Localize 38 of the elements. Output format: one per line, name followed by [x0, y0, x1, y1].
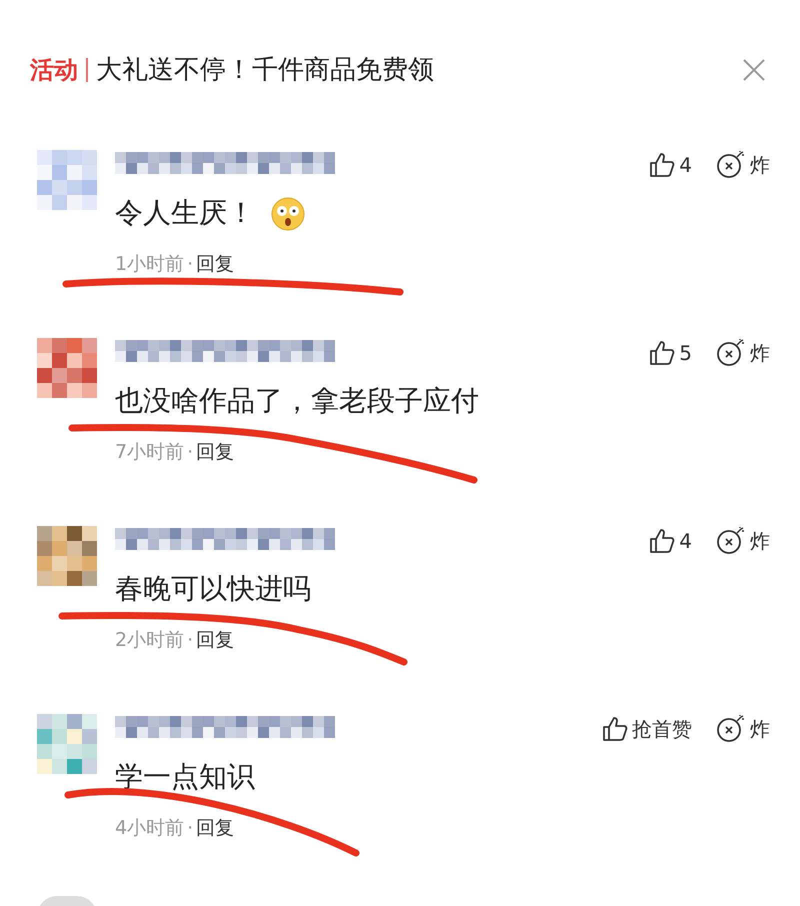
like-button[interactable]: 抢首赞 — [602, 714, 692, 744]
reply-link[interactable]: 回复 — [196, 626, 234, 654]
comment-text: 春晚可以快进吗 — [115, 571, 311, 607]
comment-text: 学一点知识 — [115, 759, 255, 795]
reply-link[interactable]: 回复 — [196, 814, 234, 842]
close-icon[interactable] — [742, 58, 766, 82]
bomb-icon — [716, 527, 746, 555]
reply-link[interactable]: 回复 — [196, 438, 234, 466]
activity-tag: 活动 — [30, 52, 78, 88]
separator-dot: · — [187, 816, 194, 841]
reply-link[interactable]: 回复 — [196, 250, 234, 278]
separator-dot: · — [187, 252, 194, 277]
bomb-button[interactable]: 炸 — [716, 150, 770, 180]
avatar[interactable] — [37, 338, 97, 398]
thumbs-up-icon — [649, 528, 676, 554]
separator-dot: · — [187, 628, 194, 653]
comment-time: 4小时前 — [115, 816, 184, 841]
bomb-button[interactable]: 炸 — [716, 526, 770, 556]
like-button[interactable]: 4 — [649, 150, 692, 180]
thumbs-up-icon — [649, 340, 676, 366]
thumbs-up-icon — [602, 716, 628, 742]
bomb-button[interactable]: 炸 — [716, 338, 770, 368]
separator-dot: · — [187, 440, 194, 465]
like-button[interactable]: 4 — [649, 526, 692, 556]
bomb-icon — [716, 339, 746, 367]
comment-text: 令人生厌！ — [115, 195, 255, 231]
like-button[interactable]: 5 — [649, 338, 692, 368]
comment-text: 也没啥作品了，拿老段子应付 — [115, 383, 479, 419]
thumbs-up-icon — [649, 152, 676, 178]
bomb-icon — [716, 715, 746, 743]
avatar[interactable] — [37, 714, 97, 774]
avatar[interactable] — [37, 526, 97, 586]
banner-title[interactable]: 大礼送不停！千件商品免费领 — [96, 50, 434, 90]
bomb-icon — [716, 151, 746, 179]
comment-time: 2小时前 — [115, 628, 184, 653]
bomb-button[interactable]: 炸 — [716, 714, 770, 744]
comment-time: 7小时前 — [115, 440, 184, 465]
comment-time: 1小时前 — [115, 252, 184, 277]
